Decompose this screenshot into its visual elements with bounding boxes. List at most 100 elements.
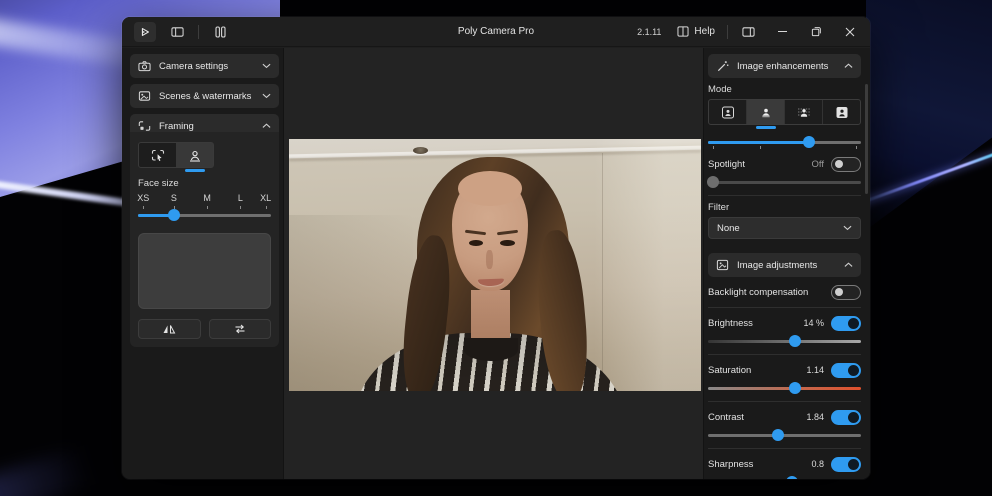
ceiling-light (413, 147, 428, 154)
face-size-slider[interactable]: XS S M L XL (138, 193, 271, 225)
auto-framing-tab[interactable] (176, 143, 213, 167)
sharpness-slider-handle[interactable] (786, 476, 798, 479)
help-button[interactable]: Help (671, 24, 721, 39)
wallpaper-glow-bottom (0, 446, 93, 496)
face-size-mark: L (238, 193, 243, 203)
sharpness-label: Sharpness (708, 459, 811, 470)
background-blur-icon (797, 106, 811, 119)
filter-dropdown[interactable]: None (708, 217, 861, 239)
contrast-slider[interactable] (708, 428, 861, 442)
filter-value: None (717, 223, 843, 234)
mode-intensity-slider-handle[interactable] (803, 136, 815, 148)
split-compare-icon[interactable] (209, 22, 231, 42)
chevron-down-icon (262, 93, 271, 99)
framing-body: Face size XS S M L XL (130, 132, 279, 347)
saturation-toggle[interactable] (831, 363, 861, 378)
right-panel: Image enhancements Mode (703, 48, 870, 479)
scenes-watermarks-label: Scenes & watermarks (159, 91, 254, 102)
image-enhancements-title: Image enhancements (737, 61, 836, 72)
mode-label: Mode (708, 84, 861, 95)
app-title: Poly Camera Pro (458, 26, 534, 37)
chevron-down-icon (262, 63, 271, 69)
manual-framing-tab[interactable] (139, 143, 176, 167)
saturation-label: Saturation (708, 365, 806, 376)
backlight-toggle[interactable] (831, 285, 861, 300)
framing-label: Framing (159, 121, 254, 132)
mode-enhance-tab[interactable] (747, 100, 785, 124)
camera-settings-header[interactable]: Camera settings (130, 54, 279, 78)
enhancement-mode-tabs (708, 99, 861, 125)
titlebar[interactable]: Poly Camera Pro 2.1.11 Help (122, 17, 870, 47)
chevron-up-icon (844, 63, 853, 69)
minimize-button[interactable] (768, 21, 796, 43)
app-window: Poly Camera Pro 2.1.11 Help (122, 17, 870, 479)
spotlight-row: Spotlight Off (708, 155, 861, 173)
chevron-up-icon (262, 123, 271, 129)
framing-preview-box (138, 233, 271, 309)
saturation-value: 1.14 (806, 365, 824, 375)
sharpness-value: 0.8 (811, 459, 824, 469)
sharpness-slider[interactable] (708, 475, 861, 479)
brightness-row: Brightness 14 % (708, 314, 861, 332)
face-size-mark: S (171, 193, 177, 203)
camera-settings-label: Camera settings (159, 61, 254, 72)
desktop: Poly Camera Pro 2.1.11 Help (0, 0, 992, 496)
spotlight-slider[interactable] (708, 175, 861, 189)
framing-section: Framing Face size (130, 114, 279, 347)
titlebar-divider-2 (727, 25, 728, 39)
spotlight-label: Spotlight (708, 159, 812, 170)
contrast-toggle[interactable] (831, 410, 861, 425)
portrait-enhance-icon (759, 106, 773, 119)
face-size-slider-control[interactable] (138, 208, 271, 222)
reset-framing-button[interactable] (209, 319, 272, 339)
camera-preview (289, 139, 701, 391)
mode-background-blur-tab[interactable] (785, 100, 823, 124)
video-stage (284, 48, 703, 479)
brightness-label: Brightness (708, 318, 803, 329)
brightness-slider[interactable] (708, 334, 861, 348)
face-size-mark: XL (260, 193, 271, 203)
contrast-slider-handle[interactable] (772, 429, 784, 441)
mode-background-replace-tab[interactable] (823, 100, 860, 124)
brightness-slider-handle[interactable] (789, 335, 801, 347)
sidebar-toggle-icon[interactable] (166, 22, 188, 42)
face-size-mark: M (203, 193, 211, 203)
flip-horizontal-button[interactable] (138, 319, 201, 339)
titlebar-divider (198, 25, 199, 39)
image-icon (716, 259, 729, 271)
sharpness-row: Sharpness 0.8 (708, 455, 861, 473)
restore-button[interactable] (802, 21, 830, 43)
spotlight-toggle[interactable] (831, 157, 861, 172)
sharpness-toggle[interactable] (831, 457, 861, 472)
person-frame-icon (188, 149, 202, 162)
scenes-watermarks-header[interactable]: Scenes & watermarks (130, 84, 279, 108)
filter-label: Filter (708, 202, 861, 213)
mode-intensity-slider[interactable] (708, 135, 861, 149)
face-size-slider-handle[interactable] (168, 209, 180, 221)
swap-reset-icon (233, 323, 247, 335)
magic-wand-icon (716, 60, 729, 73)
panel-toggle-icon[interactable] (734, 21, 762, 43)
chevron-down-icon (843, 225, 852, 231)
left-panel: Camera settings Scenes & watermarks Fram… (122, 48, 284, 479)
poly-logo-icon (134, 22, 156, 42)
face-size-label: Face size (138, 178, 271, 189)
saturation-slider-handle[interactable] (789, 382, 801, 394)
image-adjustments-header[interactable]: Image adjustments (708, 253, 861, 277)
saturation-row: Saturation 1.14 (708, 361, 861, 379)
image-enhancements-header[interactable]: Image enhancements (708, 54, 861, 78)
contrast-value: 1.84 (806, 412, 824, 422)
spotlight-slider-handle[interactable] (707, 176, 719, 188)
saturation-slider[interactable] (708, 381, 861, 395)
mode-portrait-tab[interactable] (709, 100, 747, 124)
background-replace-icon (835, 106, 849, 119)
frame-cursor-icon (151, 149, 165, 162)
backlight-label: Backlight compensation (708, 287, 831, 298)
backlight-row: Backlight compensation (708, 283, 861, 301)
brightness-toggle[interactable] (831, 316, 861, 331)
camera-icon (138, 60, 151, 72)
panel-scrollbar[interactable] (865, 84, 868, 194)
framing-mode-tabs (138, 142, 214, 168)
help-book-icon (677, 26, 689, 37)
close-button[interactable] (836, 21, 864, 43)
